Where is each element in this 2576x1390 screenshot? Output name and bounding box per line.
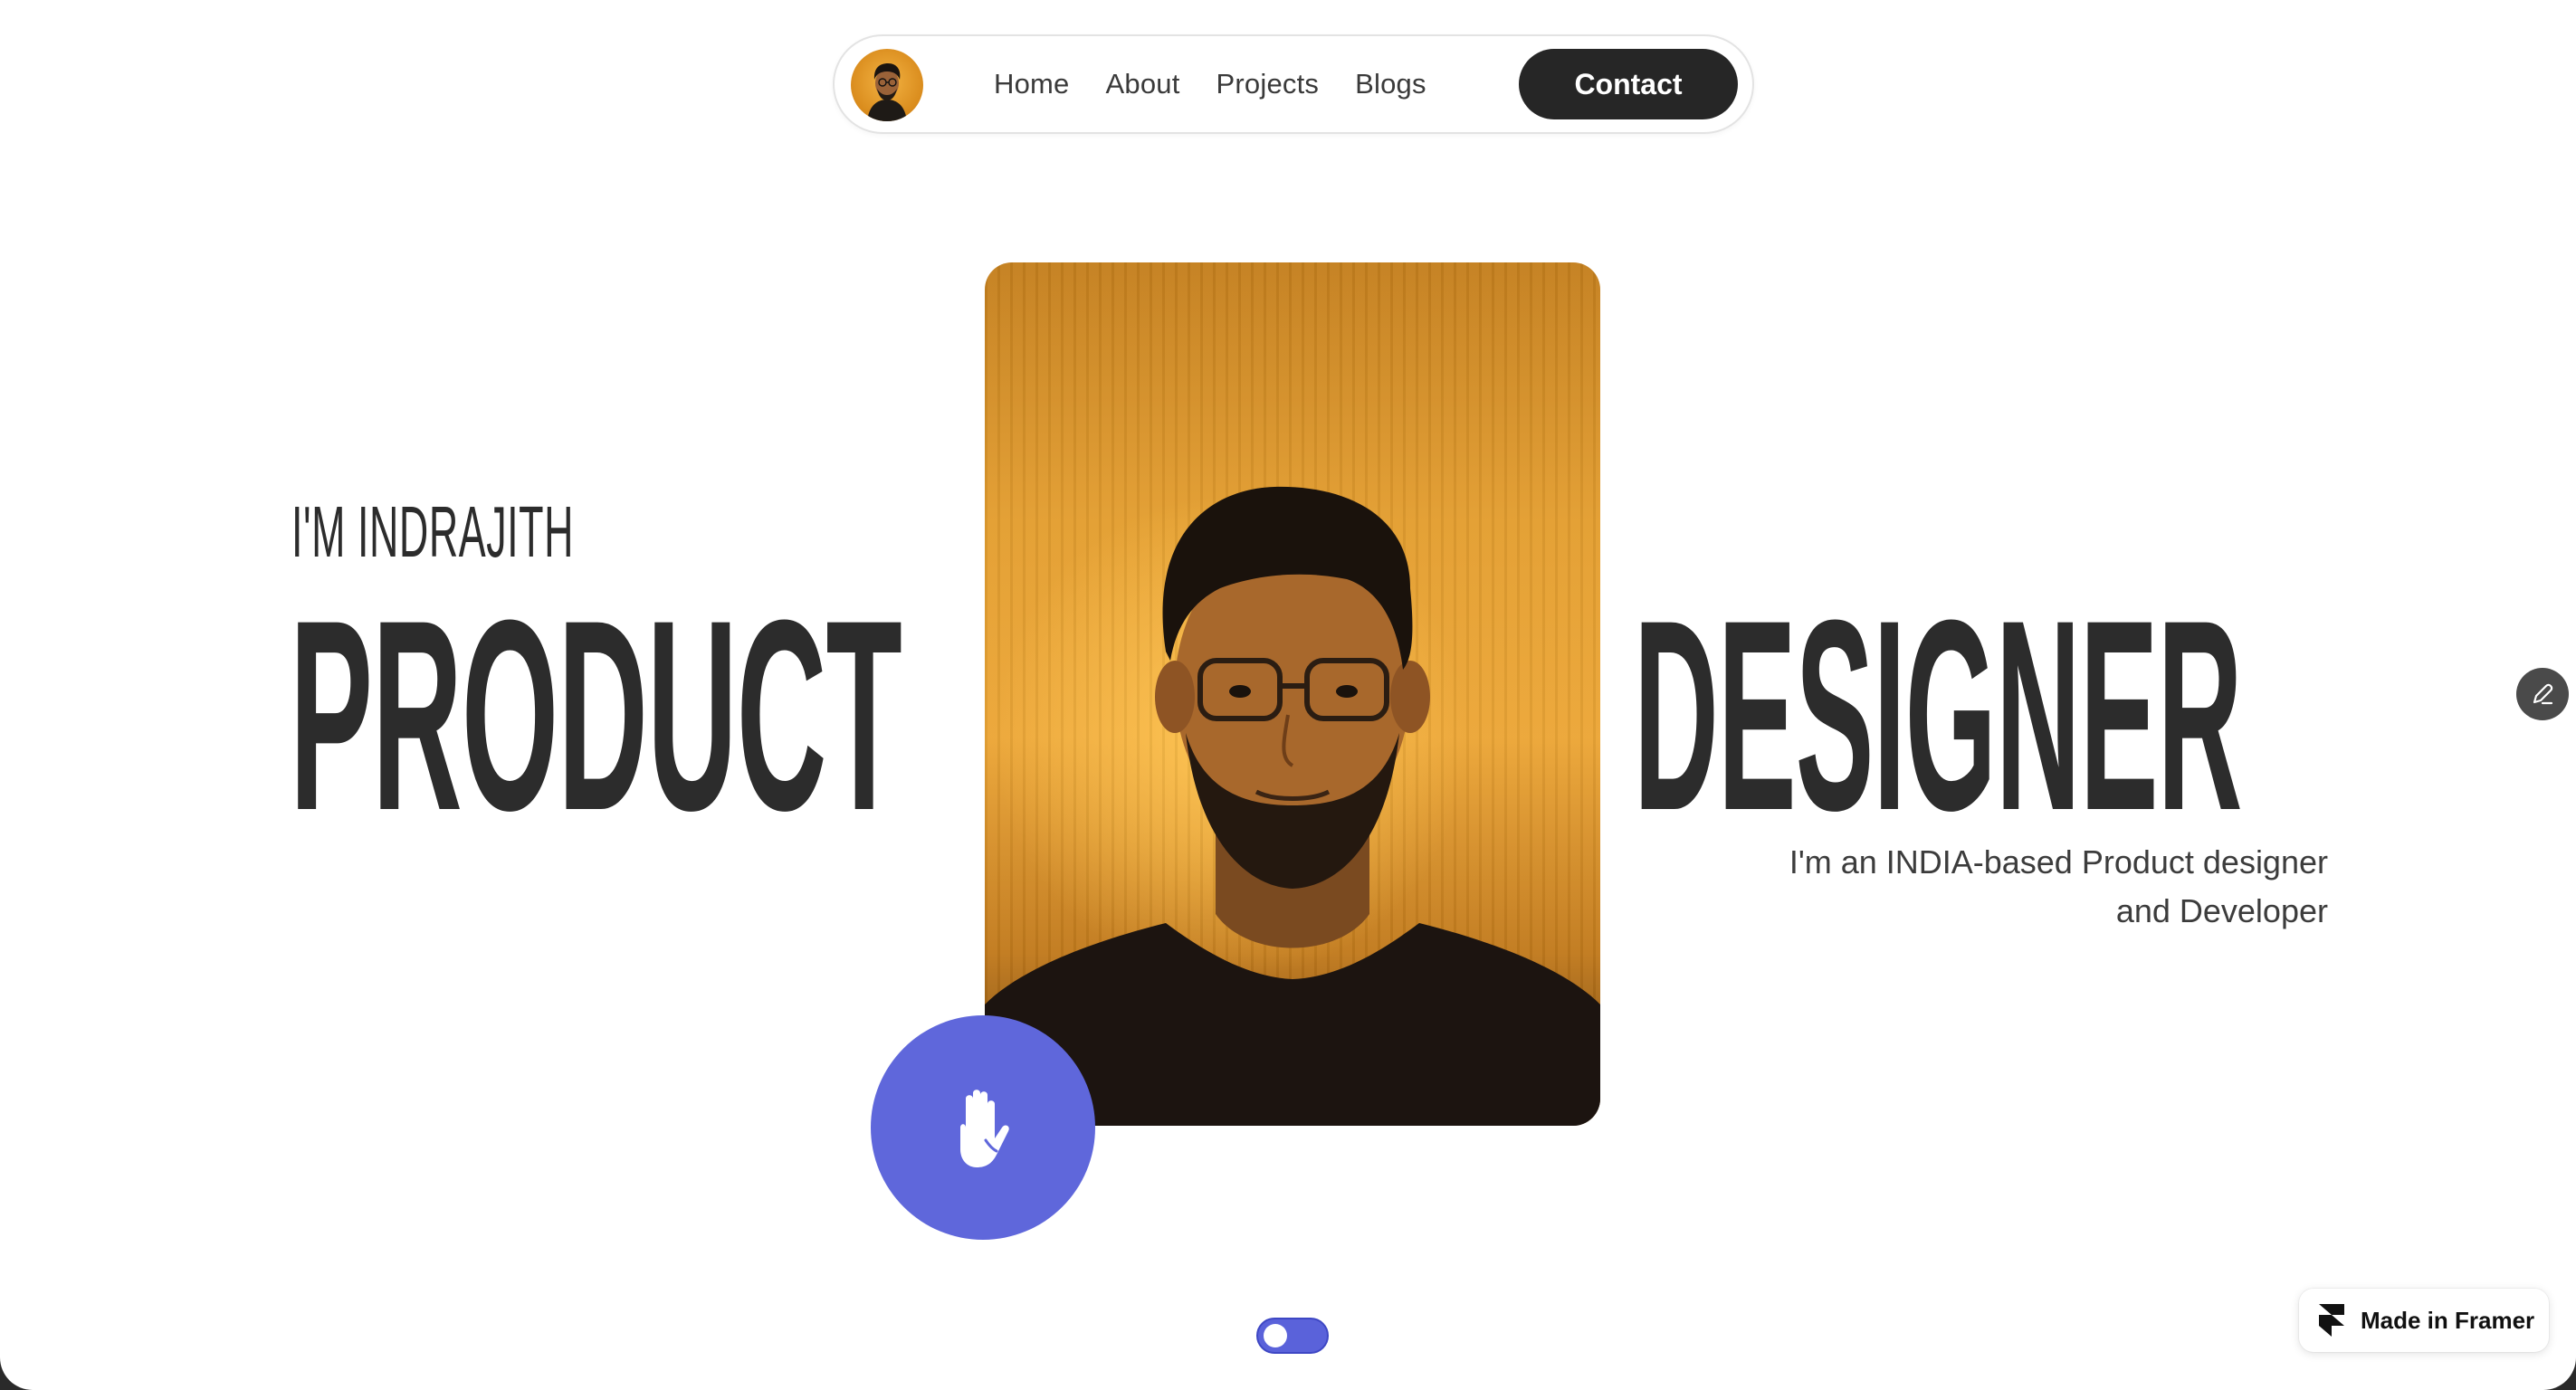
nav-link-blogs[interactable]: Blogs [1355,68,1426,100]
hand-wave-icon [960,1090,1009,1167]
hero-title-right: DESIGNER [1634,563,2242,867]
made-in-framer-badge[interactable]: Made in Framer [2299,1289,2549,1352]
top-nav: Home About Projects Blogs Contact [833,34,1754,134]
wave-hand-button[interactable] [871,1015,1095,1240]
contact-button[interactable]: Contact [1519,49,1738,119]
avatar[interactable] [851,49,923,121]
tagline-line-2: and Developer [2115,892,2328,929]
hero-tagline: I'm an INDIA-based Product designer and … [1694,838,2328,936]
hero-intro: I'M INDRAJITH [291,491,574,572]
theme-toggle[interactable] [1256,1318,1329,1354]
portrait-figure [985,486,1600,1126]
toggle-knob [1264,1324,1287,1347]
edit-button[interactable] [2516,668,2569,720]
page: Home About Projects Blogs Contact I'M IN… [0,0,2576,1390]
nav-link-about[interactable]: About [1106,68,1180,100]
nav-link-projects[interactable]: Projects [1216,68,1320,100]
avatar-portrait-icon [867,63,907,121]
nav-links: Home About Projects Blogs [994,36,1463,132]
pencil-icon [2533,683,2553,705]
tagline-line-1: I'm an INDIA-based Product designer [1789,843,2328,881]
framer-logo-icon [2319,1304,2344,1337]
hero-title-left: PRODUCT [290,563,902,867]
nav-link-home[interactable]: Home [994,68,1070,100]
framer-badge-label: Made in Framer [2361,1306,2535,1334]
hero-portrait-photo [985,262,1600,1126]
